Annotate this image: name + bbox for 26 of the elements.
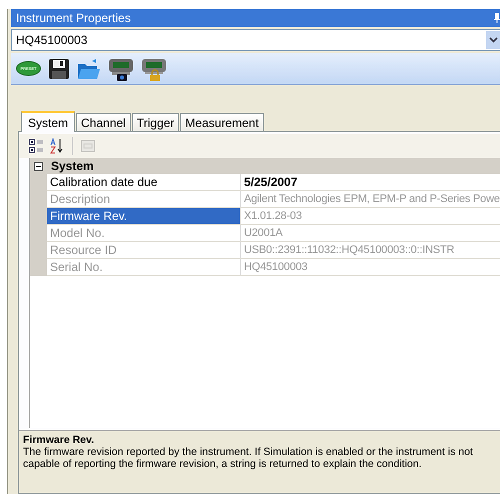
property-value: U2001A — [243, 226, 283, 241]
meter-camera-icon[interactable] — [108, 56, 134, 80]
help-title: Firmware Rev. — [23, 434, 96, 446]
property-value: 5/25/2007 — [243, 174, 298, 190]
property-value: USB0::2391::11032::HQ45100003::0::INSTR — [243, 243, 454, 258]
categorized-icon[interactable] — [29, 138, 45, 154]
folder-icon[interactable] — [77, 58, 101, 80]
property-value: X1.01.28-03 — [243, 209, 302, 224]
help-text: The firmware revision reported by the instrument. If Simulation is enabled or the instrument is not capable of reporting the firmware revision, a string is returned to explain the condition. — [23, 446, 474, 470]
property-name[interactable]: Calibration date due — [47, 174, 241, 190]
tab[interactable]: System — [21, 111, 76, 132]
pin-icon[interactable] — [494, 13, 500, 23]
instrument-dropdown[interactable]: HQ45100003 — [11, 29, 500, 51]
collapse-icon[interactable] — [34, 162, 43, 170]
property-value: Agilent Technologies EPM, EPM-P and P-Series Powe — [243, 192, 500, 207]
property-value: HQ45100003 — [243, 260, 308, 275]
meter-lock-icon[interactable] — [141, 56, 167, 80]
tab[interactable]: Measurement — [180, 113, 264, 131]
tab[interactable]: Trigger — [132, 113, 180, 131]
property-name[interactable]: Firmware Rev. — [47, 208, 241, 224]
panel-title: Instrument Properties — [16, 11, 131, 25]
tab[interactable]: Channel — [76, 113, 131, 131]
chevron-down-icon — [488, 37, 498, 43]
save-icon[interactable] — [48, 58, 70, 80]
category-name: System — [51, 159, 94, 173]
sort-alphabetical-icon[interactable] — [49, 138, 65, 154]
